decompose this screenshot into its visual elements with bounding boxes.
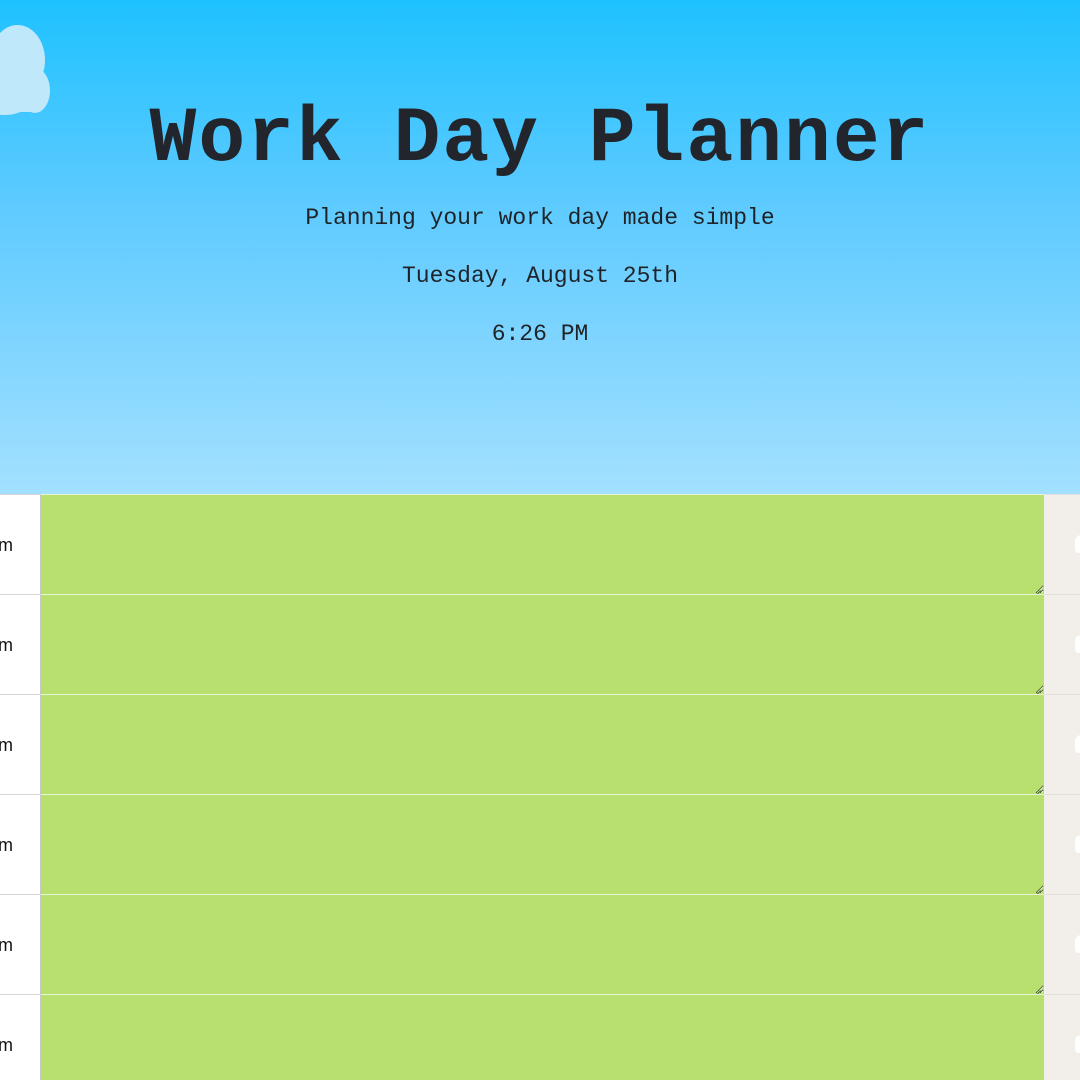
save-button[interactable] bbox=[1044, 894, 1080, 994]
hour-label: m bbox=[0, 494, 41, 594]
hour-label: m bbox=[0, 794, 41, 894]
resize-handle[interactable] bbox=[1032, 782, 1041, 791]
save-icon bbox=[1075, 1035, 1080, 1053]
current-time: 6:26 PM bbox=[491, 321, 589, 347]
current-date: Tuesday, August 25th bbox=[401, 263, 679, 289]
hour-label: m bbox=[0, 994, 41, 1080]
save-button[interactable] bbox=[1044, 694, 1080, 794]
hour-label: m bbox=[0, 694, 41, 794]
resize-handle[interactable] bbox=[1032, 882, 1041, 891]
timeblock-row: m bbox=[0, 694, 1080, 794]
save-icon bbox=[1075, 535, 1080, 553]
task-input[interactable] bbox=[41, 494, 1044, 594]
task-input[interactable] bbox=[41, 594, 1044, 694]
hour-label: m bbox=[0, 894, 41, 994]
task-input[interactable] bbox=[41, 994, 1044, 1080]
timeblock-row: m bbox=[0, 894, 1080, 994]
save-button[interactable] bbox=[1044, 794, 1080, 894]
save-icon bbox=[1075, 935, 1080, 953]
timeblock-row: m bbox=[0, 994, 1080, 1080]
save-icon bbox=[1075, 835, 1080, 853]
timeblock-row: m bbox=[0, 594, 1080, 694]
hour-label: m bbox=[0, 594, 41, 694]
save-icon bbox=[1075, 635, 1080, 653]
save-button[interactable] bbox=[1044, 594, 1080, 694]
task-input[interactable] bbox=[41, 894, 1044, 994]
timeblock-row: m bbox=[0, 794, 1080, 894]
save-icon bbox=[1075, 735, 1080, 753]
page-title: Work Day Planner bbox=[149, 96, 931, 184]
planner-page: Work Day Planner Planning your work day … bbox=[0, 0, 1080, 1080]
timeblock-list: m m m m m m bbox=[0, 494, 1080, 1080]
task-input[interactable] bbox=[41, 694, 1044, 794]
resize-handle[interactable] bbox=[1032, 982, 1041, 991]
jumbotron-header: Work Day Planner Planning your work day … bbox=[0, 0, 1080, 494]
resize-handle[interactable] bbox=[1032, 682, 1041, 691]
save-button[interactable] bbox=[1044, 494, 1080, 594]
resize-handle[interactable] bbox=[1032, 582, 1041, 591]
task-input[interactable] bbox=[41, 794, 1044, 894]
timeblock-row: m bbox=[0, 494, 1080, 594]
page-subtitle: Planning your work day made simple bbox=[305, 205, 775, 231]
save-button[interactable] bbox=[1044, 994, 1080, 1080]
